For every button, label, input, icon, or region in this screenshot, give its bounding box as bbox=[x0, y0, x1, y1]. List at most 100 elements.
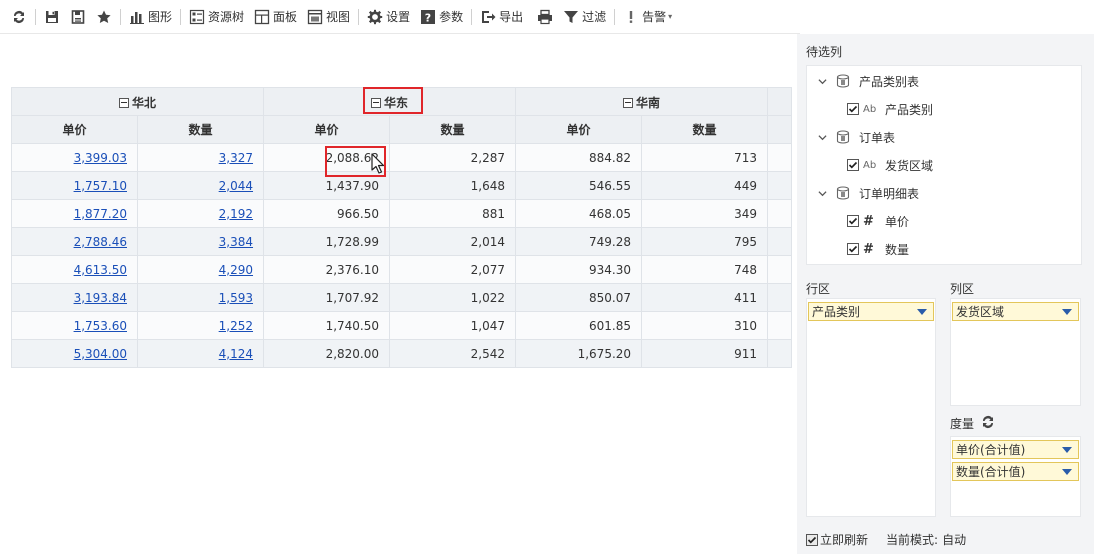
save-button[interactable] bbox=[39, 5, 65, 29]
measure-field-chip[interactable]: 单价(合计值) bbox=[952, 440, 1079, 459]
swap-refresh-icon[interactable] bbox=[980, 414, 996, 430]
resource-tree-button[interactable]: 资源树 bbox=[184, 5, 249, 29]
table-cell[interactable]: 1,047 bbox=[389, 311, 517, 340]
refresh-button[interactable] bbox=[6, 5, 32, 29]
table-cell[interactable]: 2,820.00 bbox=[263, 339, 391, 368]
chart-button[interactable]: 图形 bbox=[124, 5, 177, 29]
table-cell[interactable]: 601.85 bbox=[515, 311, 643, 340]
table-cell[interactable]: 468.05 bbox=[515, 199, 643, 228]
drill-link[interactable]: 2,788.46 bbox=[74, 235, 127, 249]
table-cell[interactable]: 2,376.10 bbox=[263, 255, 391, 284]
table-cell[interactable]: 3,327 bbox=[136, 143, 265, 172]
table-cell[interactable]: 411 bbox=[641, 283, 769, 312]
table-cell[interactable]: 2,542 bbox=[389, 339, 517, 368]
table-cell[interactable]: 1,593 bbox=[136, 283, 265, 312]
table-cell[interactable]: 911 bbox=[641, 339, 769, 368]
row-field-chip[interactable]: 产品类别 bbox=[808, 302, 934, 321]
tree-node-table[interactable]: 产品类别表 bbox=[817, 71, 919, 91]
field-checkbox[interactable] bbox=[847, 243, 859, 255]
field-checkbox[interactable] bbox=[847, 103, 859, 115]
table-cell[interactable]: 748 bbox=[641, 255, 769, 284]
dropdown-arrow-icon[interactable] bbox=[1062, 308, 1072, 315]
table-cell[interactable]: 2,044 bbox=[136, 171, 265, 200]
view-button[interactable]: 视图 bbox=[302, 5, 355, 29]
field-checkbox[interactable] bbox=[847, 215, 859, 227]
table-cell[interactable]: 4,124 bbox=[136, 339, 265, 368]
tree-node-table[interactable]: 订单表 bbox=[817, 127, 895, 147]
drill-link[interactable]: 2,192 bbox=[219, 207, 253, 221]
save-as-button[interactable] bbox=[65, 5, 91, 29]
column-field-chip[interactable]: 发货区域 bbox=[952, 302, 1079, 321]
table-cell[interactable]: 1,648 bbox=[389, 171, 517, 200]
export-button[interactable]: 导出 bbox=[475, 5, 528, 29]
drill-link[interactable]: 3,327 bbox=[219, 151, 253, 165]
table-cell[interactable]: 1,707.92 bbox=[263, 283, 391, 312]
table-cell[interactable]: 966.50 bbox=[263, 199, 391, 228]
table-cell[interactable]: 2,192 bbox=[136, 199, 265, 228]
drill-link[interactable]: 1,757.10 bbox=[74, 179, 127, 193]
table-cell[interactable]: 1,757.10 bbox=[11, 171, 138, 200]
filter-button[interactable]: 过滤 bbox=[558, 5, 611, 29]
table-cell[interactable]: 1,437.90 bbox=[263, 171, 391, 200]
drill-link[interactable]: 1,877.20 bbox=[74, 207, 127, 221]
drill-link[interactable]: 5,304.00 bbox=[74, 347, 127, 361]
tree-node-field[interactable]: Ab 发货区域 bbox=[847, 155, 933, 175]
table-cell[interactable]: 310 bbox=[641, 311, 769, 340]
expand-chevron-icon[interactable] bbox=[817, 76, 827, 86]
parameter-button[interactable]: ? 参数 bbox=[415, 5, 468, 29]
drill-link[interactable]: 4,124 bbox=[219, 347, 253, 361]
table-cell[interactable]: 449 bbox=[641, 171, 769, 200]
table-cell[interactable]: 3,399.03 bbox=[11, 143, 138, 172]
table-cell[interactable]: 749.28 bbox=[515, 227, 643, 256]
table-cell[interactable]: 934.30 bbox=[515, 255, 643, 284]
table-cell[interactable]: 1,675.20 bbox=[515, 339, 643, 368]
table-cell[interactable]: 713 bbox=[641, 143, 769, 172]
drill-link[interactable]: 3,384 bbox=[219, 235, 253, 249]
drill-link[interactable]: 1,593 bbox=[219, 291, 253, 305]
table-cell[interactable]: 3,384 bbox=[136, 227, 265, 256]
dropdown-arrow-icon[interactable] bbox=[1062, 446, 1072, 453]
drill-link[interactable]: 1,753.60 bbox=[74, 319, 127, 333]
auto-refresh-checkbox[interactable] bbox=[806, 533, 818, 546]
table-cell[interactable]: 3,193.84 bbox=[11, 283, 138, 312]
tree-node-field[interactable]: Ab 产品类别 bbox=[847, 99, 933, 119]
collapse-icon[interactable] bbox=[371, 97, 382, 108]
table-cell[interactable]: 1,877.20 bbox=[11, 199, 138, 228]
panel-button[interactable]: 面板 bbox=[249, 5, 302, 29]
table-cell[interactable]: 5,304.00 bbox=[11, 339, 138, 368]
auto-refresh-label[interactable]: 立即刷新 bbox=[820, 531, 868, 548]
settings-button[interactable]: 设置 bbox=[362, 5, 415, 29]
table-cell[interactable]: 2,077 bbox=[389, 255, 517, 284]
table-cell[interactable]: 2,088.62 bbox=[263, 143, 391, 172]
table-cell[interactable]: 2,788.46 bbox=[11, 227, 138, 256]
tree-node-field[interactable]: # 数量 bbox=[847, 239, 909, 259]
drill-link[interactable]: 1,252 bbox=[219, 319, 253, 333]
collapse-icon[interactable] bbox=[623, 97, 634, 108]
expand-chevron-icon[interactable] bbox=[817, 188, 827, 198]
table-cell[interactable]: 1,740.50 bbox=[263, 311, 391, 340]
dropdown-arrow-icon[interactable] bbox=[917, 308, 927, 315]
table-cell[interactable]: 4,613.50 bbox=[11, 255, 138, 284]
table-cell[interactable]: 1,252 bbox=[136, 311, 265, 340]
tree-node-table[interactable]: 订单明细表 bbox=[817, 183, 919, 203]
table-cell[interactable]: 1,022 bbox=[389, 283, 517, 312]
table-cell[interactable]: 795 bbox=[641, 227, 769, 256]
row-drop-area[interactable] bbox=[806, 298, 936, 517]
table-cell[interactable]: 2,287 bbox=[389, 143, 517, 172]
drill-link[interactable]: 4,613.50 bbox=[74, 263, 127, 277]
table-cell[interactable]: 2,014 bbox=[389, 227, 517, 256]
favorite-button[interactable] bbox=[91, 5, 117, 29]
table-cell[interactable]: 4,290 bbox=[136, 255, 265, 284]
table-cell[interactable]: 850.07 bbox=[515, 283, 643, 312]
table-cell[interactable]: 546.55 bbox=[515, 171, 643, 200]
alert-button[interactable]: 告警 ▾ bbox=[618, 5, 677, 29]
table-cell[interactable]: 1,753.60 bbox=[11, 311, 138, 340]
table-cell[interactable]: 1,728.99 bbox=[263, 227, 391, 256]
drill-link[interactable]: 3,193.84 bbox=[74, 291, 127, 305]
field-checkbox[interactable] bbox=[847, 159, 859, 171]
collapse-icon[interactable] bbox=[119, 97, 129, 108]
expand-chevron-icon[interactable] bbox=[817, 132, 827, 142]
drill-link[interactable]: 3,399.03 bbox=[74, 151, 127, 165]
table-cell[interactable]: 349 bbox=[641, 199, 769, 228]
drill-link[interactable]: 4,290 bbox=[219, 263, 253, 277]
